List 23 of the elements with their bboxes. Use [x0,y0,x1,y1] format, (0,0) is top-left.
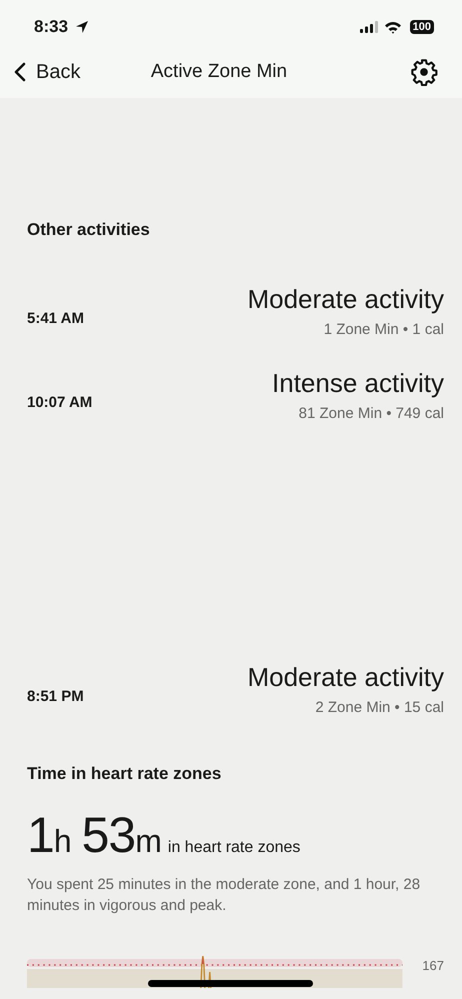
back-button[interactable]: Back [14,60,134,84]
status-time: 8:33 [34,17,68,37]
activity-time: 10:07 AM [27,394,92,410]
zone-summary: You spent 25 minutes in the moderate zone, and 1 hour, 28 minutes in vigorous and peak. [27,875,422,916]
activity-name: Intense activity [272,368,444,399]
activity-detail: 1 Zone Min • 1 cal [324,321,444,338]
activity-time: 8:51 PM [27,688,84,704]
signal-icon [360,21,378,33]
zone-duration: 1h 53m in heart rate zones [27,806,302,864]
settings-icon[interactable] [410,58,438,86]
location-arrow-icon [75,20,90,34]
activity-detail: 2 Zone Min • 15 cal [315,699,444,716]
activity-name: Moderate activity [247,284,444,315]
section-heading: Time in heart rate zones [27,764,222,784]
activity-detail: 81 Zone Min • 749 cal [298,405,444,422]
screen-title: Active Zone Min [150,61,288,83]
activity-name: Moderate activity [247,662,444,693]
chart-axis-label: 167 [422,958,444,973]
wifi-icon [384,20,402,34]
chevron-left-icon [14,62,26,82]
battery-level: 100 [410,20,434,34]
section-heading: Other activities [27,220,151,240]
activity-time: 5:41 AM [27,310,84,326]
